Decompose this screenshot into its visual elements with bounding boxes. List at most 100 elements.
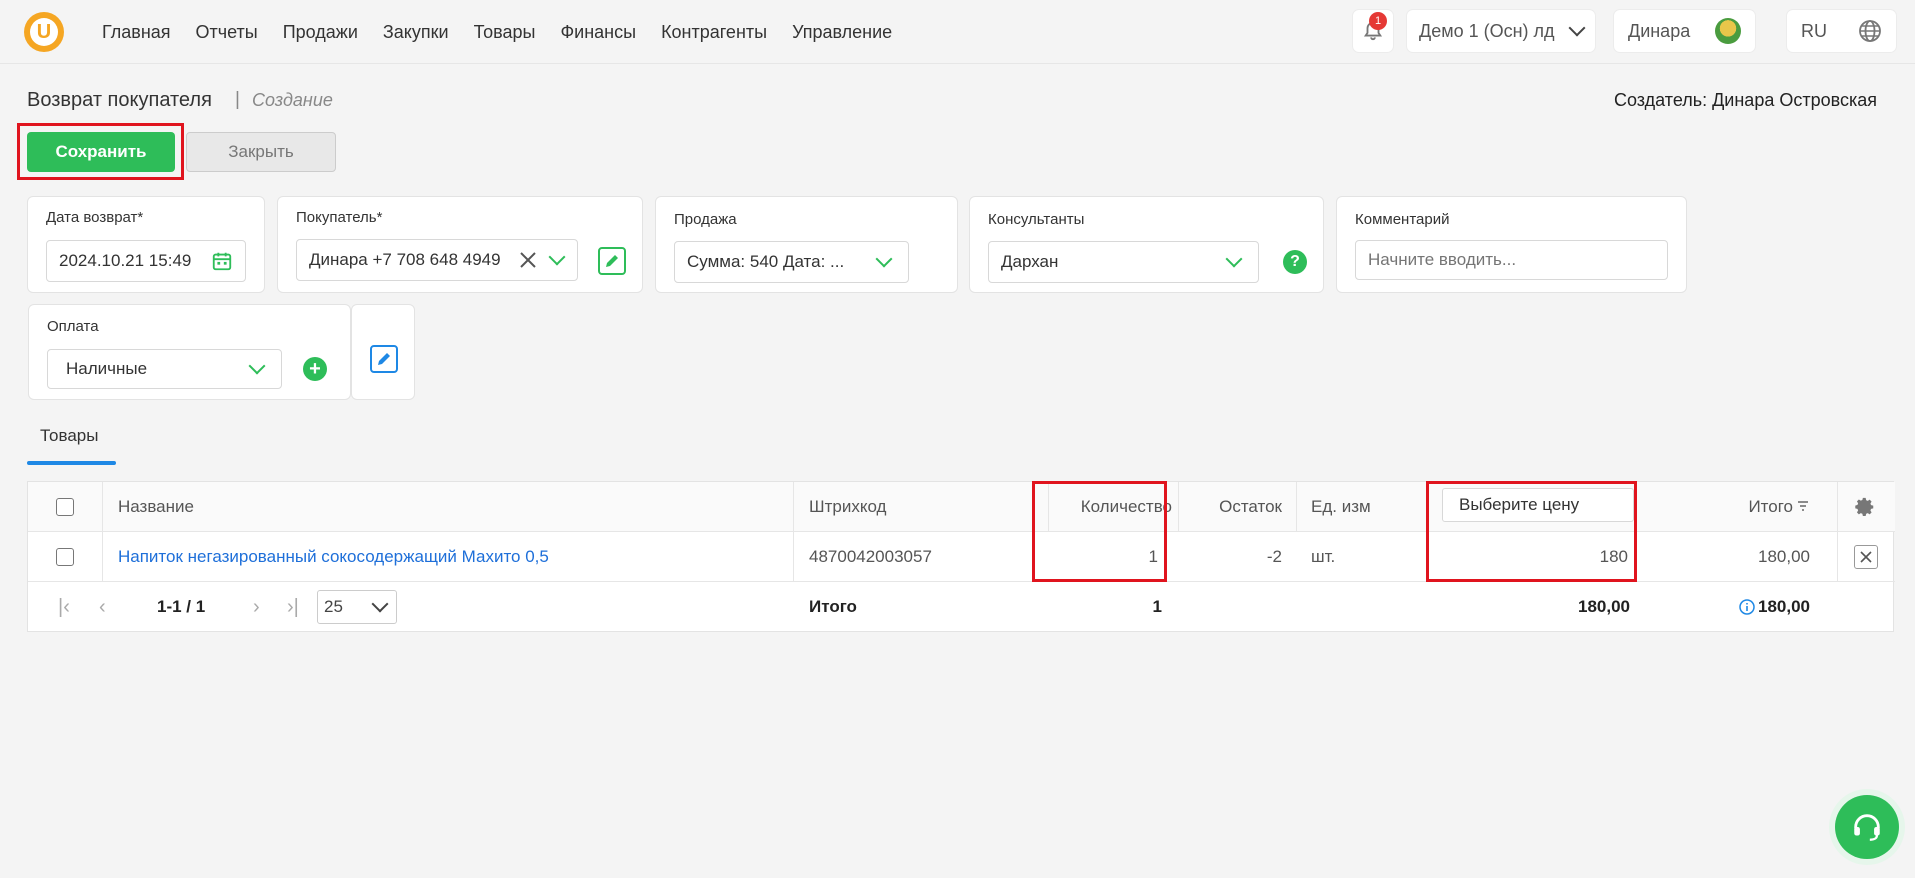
comment-input[interactable] (1355, 240, 1668, 280)
sale-value: Сумма: 540 Дата: ... (687, 252, 845, 271)
consultants-card: Консультанты Дархан ? (969, 196, 1324, 293)
last-page-icon[interactable]: ›| (287, 582, 299, 632)
first-page-icon[interactable]: |‹ (58, 582, 70, 632)
select-all-checkbox[interactable] (56, 497, 74, 516)
headset-icon (1854, 814, 1880, 841)
app-logo[interactable]: U (24, 12, 64, 52)
edit-card (351, 304, 415, 400)
nav-item-purchases[interactable]: Закупки (383, 22, 449, 43)
calendar-icon (212, 252, 232, 271)
help-icon[interactable]: ? (1283, 250, 1307, 274)
page-title: Возврат покупателя (27, 89, 212, 111)
consultants-value: Дархан (1001, 252, 1059, 271)
goods-table: Название Штрихкод Количество Остаток Ед.… (27, 481, 1895, 632)
creator-label: Создатель: Динара Островская (1614, 90, 1877, 110)
filter-icon[interactable] (1796, 500, 1810, 514)
chevron-down-icon (248, 357, 266, 375)
add-payment-icon[interactable]: + (303, 357, 327, 381)
next-page-icon[interactable]: › (253, 582, 260, 632)
chevron-down-icon (1568, 19, 1586, 37)
table-row[interactable]: Напиток негазированный сокосодержащий Ма… (28, 532, 1895, 582)
nav-item-goods[interactable]: Товары (474, 22, 536, 43)
footer-grand-total-cell: 180,00 (1668, 582, 1810, 632)
edit-payment-button[interactable] (370, 345, 398, 373)
price-type-select[interactable]: Выберите цену (1442, 488, 1634, 522)
consultants-select[interactable]: Дархан (988, 241, 1259, 283)
product-unit: шт. (1311, 546, 1336, 566)
language-label: RU (1801, 20, 1827, 41)
product-stock: -2 (1266, 546, 1282, 566)
gear-icon[interactable] (1854, 496, 1876, 518)
save-button[interactable]: Сохранить (27, 132, 175, 172)
support-chat-button[interactable] (1835, 795, 1899, 859)
main-nav: Главная Отчеты Продажи Закупки Товары Фи… (102, 22, 917, 43)
pencil-icon (378, 353, 390, 365)
comment-card: Комментарий (1336, 196, 1687, 293)
table-header: Название Штрихкод Количество Остаток Ед.… (28, 482, 1895, 532)
avatar (1715, 18, 1741, 44)
user-name: Динара (1628, 20, 1691, 41)
info-icon[interactable] (1739, 599, 1755, 615)
pencil-icon (606, 255, 618, 267)
chevron-down-icon (371, 595, 389, 613)
payment-select[interactable]: Наличные (47, 349, 282, 389)
company-label: Демо 1 (Осн) лд (1419, 20, 1555, 41)
prev-page-icon[interactable]: ‹ (99, 582, 106, 632)
user-menu[interactable]: Динара (1614, 10, 1755, 52)
buyer-select[interactable]: Динара +7 708 648 4949 (296, 239, 578, 281)
footer-total-price: 180,00 (1578, 597, 1630, 616)
date-field[interactable]: 2024.10.21 15:49 (46, 240, 246, 282)
buyer-card: Покупатель* Динара +7 708 648 4949 (277, 196, 643, 293)
column-quantity[interactable]: Количество (1052, 482, 1172, 531)
nav-item-home[interactable]: Главная (102, 22, 171, 43)
language-select[interactable]: RU (1787, 10, 1896, 52)
nav-item-management[interactable]: Управление (792, 22, 892, 43)
page-size-value: 25 (324, 597, 343, 616)
column-unit[interactable]: Ед. изм (1311, 482, 1371, 531)
date-label: Дата возврат* (46, 209, 144, 226)
page-subtitle: Создание (252, 90, 333, 110)
column-total[interactable]: Итого (1668, 482, 1810, 531)
page-size-select[interactable]: 25 (317, 590, 397, 624)
column-total-label: Итого (1748, 496, 1793, 516)
product-barcode: 4870042003057 (809, 546, 932, 566)
column-barcode[interactable]: Штрихкод (809, 482, 886, 531)
consultants-label: Консультанты (988, 211, 1085, 228)
tab-goods[interactable]: Товары (40, 426, 98, 446)
edit-buyer-button[interactable] (598, 247, 626, 275)
column-stock[interactable]: Остаток (1180, 482, 1282, 531)
sale-card: Продажа Сумма: 540 Дата: ... (655, 196, 958, 293)
nav-item-sales[interactable]: Продажи (283, 22, 358, 43)
quantity-input[interactable]: 1 (1052, 532, 1158, 581)
remove-row-button[interactable] (1854, 544, 1878, 569)
footer-grand-total: 180,00 (1758, 597, 1810, 616)
tab-active-indicator (27, 461, 116, 465)
table-footer: |‹ ‹ 1-1 / 1 › ›| 25 Итого 1 180,00 180,… (28, 582, 1895, 632)
company-select[interactable]: Демо 1 (Осн) лд (1407, 10, 1595, 52)
chevron-down-icon (875, 250, 893, 268)
comment-label: Комментарий (1355, 211, 1450, 228)
sale-label: Продажа (674, 211, 737, 228)
nav-item-finance[interactable]: Финансы (560, 22, 636, 43)
notification-badge: 1 (1369, 12, 1387, 30)
nav-item-contractors[interactable]: Контрагенты (661, 22, 767, 43)
payment-label: Оплата (47, 318, 99, 335)
date-value: 2024.10.21 15:49 (59, 251, 192, 270)
close-button[interactable]: Закрыть (186, 132, 336, 172)
chevron-down-icon (548, 248, 566, 266)
row-checkbox[interactable] (56, 547, 74, 566)
price-input[interactable]: 180 (1442, 532, 1628, 581)
close-icon (1860, 550, 1872, 563)
chevron-down-icon (1225, 250, 1243, 268)
clear-icon[interactable] (519, 251, 537, 269)
sale-select[interactable]: Сумма: 540 Дата: ... (674, 241, 909, 283)
notifications-button[interactable]: 1 (1353, 10, 1393, 52)
payment-value: Наличные (66, 359, 148, 378)
row-total: 180,00 (1758, 546, 1810, 566)
footer-total-label: Итого (809, 597, 857, 616)
top-navbar: U Главная Отчеты Продажи Закупки Товары … (0, 0, 1915, 64)
column-name[interactable]: Название (118, 482, 194, 531)
payment-card: Оплата Наличные + (28, 304, 351, 400)
nav-item-reports[interactable]: Отчеты (196, 22, 258, 43)
product-name-link[interactable]: Напиток негазированный сокосодержащий Ма… (118, 532, 549, 581)
